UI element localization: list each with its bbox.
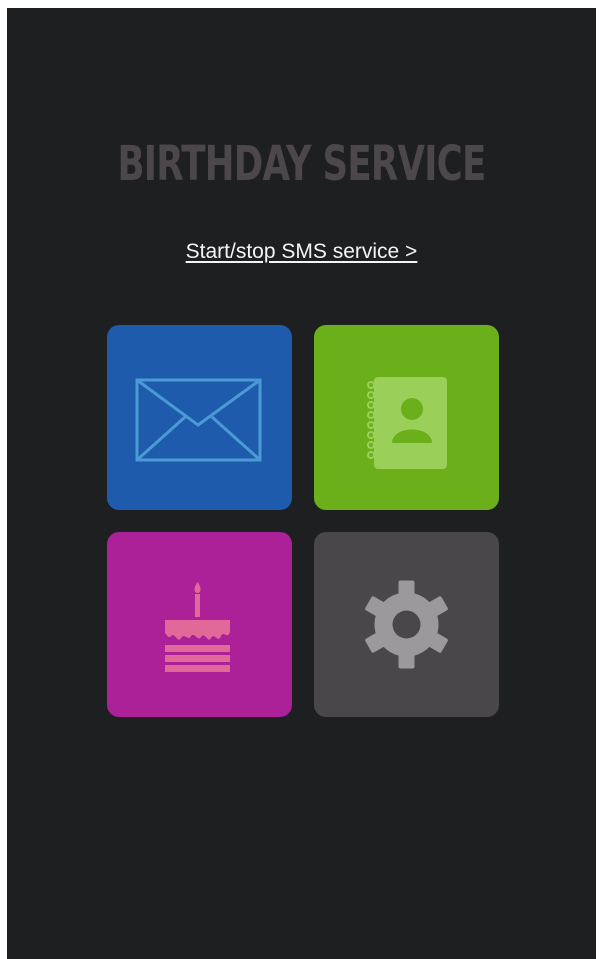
contacts-tile[interactable] <box>314 325 499 510</box>
birthday-cake-icon <box>165 582 230 672</box>
app-title: BIRTHDAY SERVICE <box>117 136 486 192</box>
messages-tile[interactable] <box>107 325 292 510</box>
app-screen: BIRTHDAY SERVICE Start/stop SMS service … <box>7 8 596 959</box>
sms-service-toggle-link[interactable]: Start/stop SMS service > <box>7 240 596 264</box>
settings-tile[interactable] <box>314 532 499 717</box>
envelope-icon <box>135 378 262 462</box>
gear-icon <box>365 580 448 669</box>
contact-book-icon <box>367 377 447 469</box>
birthdays-tile[interactable] <box>107 532 292 717</box>
